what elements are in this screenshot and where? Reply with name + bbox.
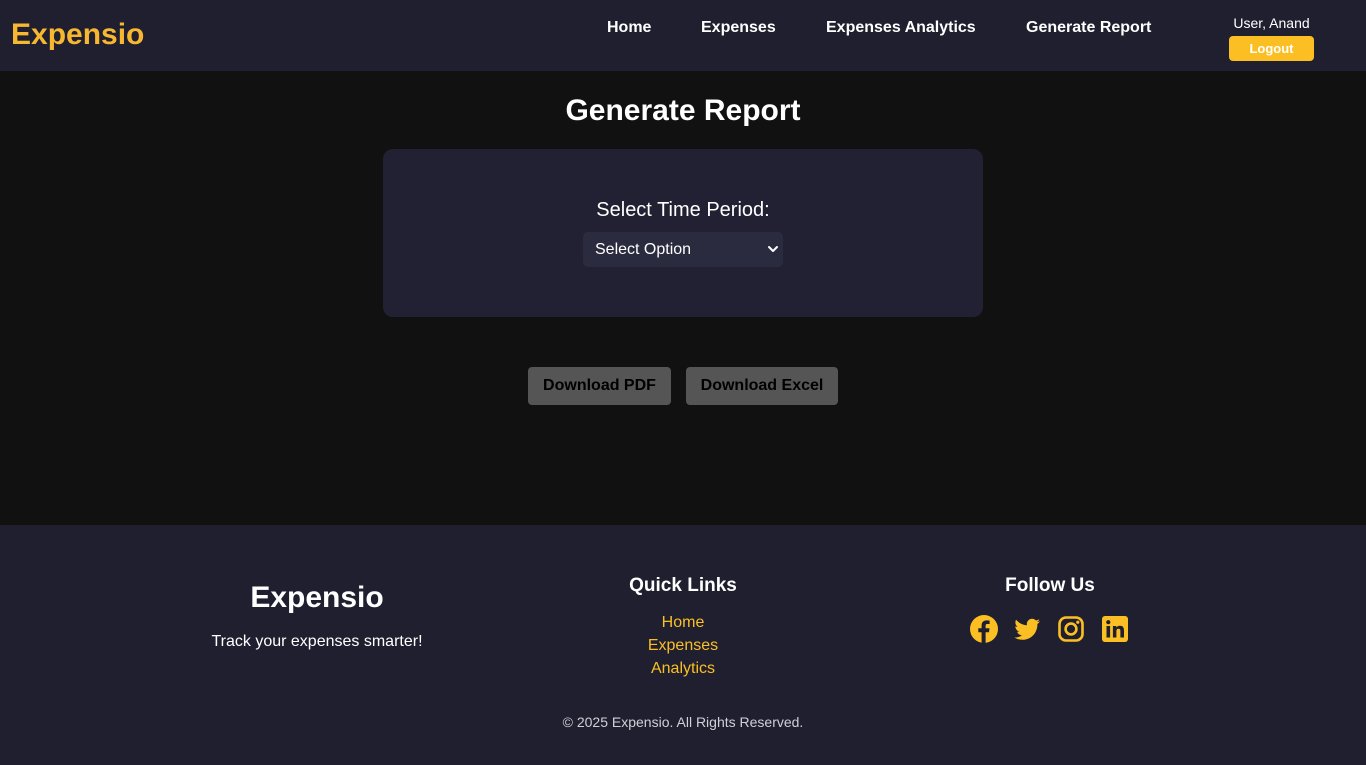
- time-period-select[interactable]: Select Option: [583, 232, 783, 267]
- facebook-icon[interactable]: [969, 614, 999, 644]
- nav-link-generate-report[interactable]: Generate Report: [1026, 19, 1151, 37]
- chevron-down-icon: [768, 246, 778, 252]
- footer: Expensio Track your expenses smarter! Qu…: [0, 525, 1366, 765]
- footer-link-analytics[interactable]: Analytics: [583, 660, 783, 678]
- download-pdf-button[interactable]: Download PDF: [528, 367, 671, 405]
- report-options-card: Select Time Period: Select Option: [383, 149, 983, 317]
- follow-us-heading: Follow Us: [1005, 575, 1095, 596]
- footer-tagline: Track your expenses smarter!: [211, 633, 423, 650]
- footer-brand: Expensio: [250, 581, 384, 614]
- nav-link-home[interactable]: Home: [607, 19, 651, 37]
- time-period-label: Select Time Period:: [596, 199, 770, 221]
- download-excel-button[interactable]: Download Excel: [686, 367, 838, 405]
- instagram-icon[interactable]: [1056, 614, 1086, 644]
- page-title: Generate Report: [565, 94, 801, 127]
- logout-button[interactable]: Logout: [1229, 36, 1314, 61]
- footer-link-expenses[interactable]: Expenses: [583, 637, 783, 655]
- brand-logo[interactable]: Expensio: [11, 18, 144, 52]
- nav-link-expenses-analytics[interactable]: Expenses Analytics: [826, 19, 976, 37]
- quick-links-heading: Quick Links: [629, 575, 737, 596]
- nav-link-expenses[interactable]: Expenses: [701, 19, 776, 37]
- copyright-text: © 2025 Expensio. All Rights Reserved.: [562, 714, 804, 730]
- time-period-select-value: Select Option: [595, 241, 692, 258]
- linkedin-icon[interactable]: [1100, 614, 1130, 644]
- twitter-icon[interactable]: [1012, 614, 1042, 644]
- user-greeting: User, Anand: [1233, 15, 1310, 31]
- footer-link-home[interactable]: Home: [583, 614, 783, 632]
- navbar: Expensio Home Expenses Expenses Analytic…: [0, 0, 1366, 71]
